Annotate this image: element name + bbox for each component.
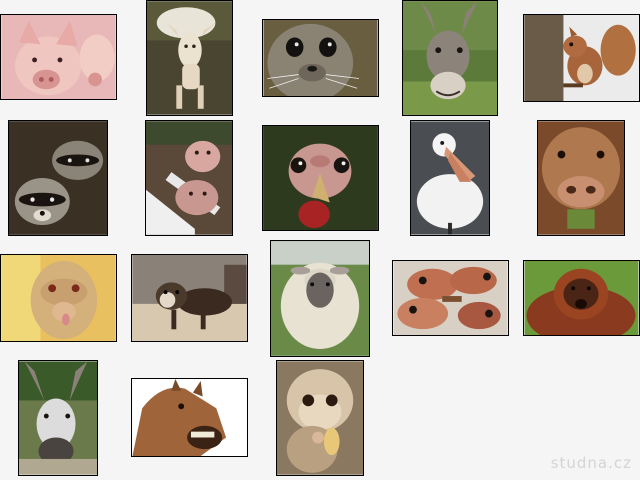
photo-grid (0, 0, 640, 480)
sheep-photo[interactable] (270, 240, 370, 357)
orangutan-image (524, 261, 639, 335)
baby-monkey-photo[interactable] (276, 360, 364, 476)
ferret-image (132, 255, 247, 341)
fish-image (393, 261, 508, 335)
turkey-photo[interactable] (262, 125, 379, 231)
pig-photo[interactable] (0, 14, 117, 100)
squirrel-image (524, 15, 639, 101)
goat-photo[interactable] (146, 0, 233, 116)
ferret-photo[interactable] (131, 254, 248, 342)
monkey-photo[interactable] (0, 254, 117, 342)
seal-photo[interactable] (262, 19, 379, 97)
pig-image (1, 15, 116, 99)
site-watermark: studna.cz (550, 454, 632, 472)
donkey-image (403, 1, 497, 115)
baby-monkey-image (277, 361, 363, 475)
monkey-image (1, 255, 116, 341)
goat-image (147, 1, 232, 115)
raccoons-photo[interactable] (8, 120, 108, 236)
sheep-image (271, 241, 369, 356)
pelican-photo[interactable] (410, 120, 490, 236)
cow-image (538, 121, 624, 235)
horse-photo[interactable] (131, 378, 248, 457)
orangutan-photo[interactable] (523, 260, 640, 336)
donkey-photo-2[interactable] (18, 360, 98, 476)
calf-photo[interactable] (145, 120, 233, 236)
fish-photo[interactable] (392, 260, 509, 336)
turkey-image (263, 126, 378, 230)
squirrel-photo[interactable] (523, 14, 640, 102)
cow-photo[interactable] (537, 120, 625, 236)
seal-image (263, 20, 378, 96)
horse-image (132, 379, 247, 456)
calf-image (146, 121, 232, 235)
donkey-photo[interactable] (402, 0, 498, 116)
raccoons-image (9, 121, 107, 235)
donkey-image-2 (19, 361, 97, 475)
pelican-image (411, 121, 489, 235)
